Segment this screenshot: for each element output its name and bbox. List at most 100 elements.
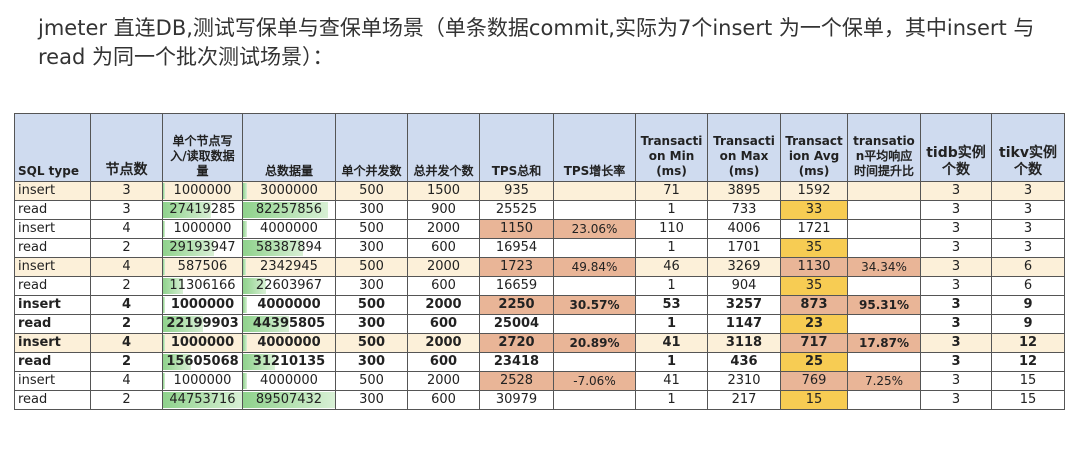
- cell-value: 44395805: [252, 316, 326, 331]
- cell-transaction-min: 46: [635, 257, 708, 277]
- cell-tps-growth: [553, 352, 636, 372]
- cell-tikv-instances: 15: [991, 371, 1065, 391]
- cell-tidb-instances: 3: [920, 371, 992, 391]
- cell-transaction-max: 3269: [707, 257, 781, 277]
- data-bar: [163, 373, 165, 389]
- cell-transaction-min: 41: [635, 333, 708, 353]
- cell-total-data: 4000000: [242, 295, 336, 315]
- cell-tps-total: 2720: [479, 333, 554, 353]
- cell-sql-type: insert: [14, 295, 91, 315]
- cell-tikv-instances: 12: [991, 333, 1065, 353]
- cell-total-data: 31210135: [242, 352, 336, 372]
- cell-nodes: 3: [90, 181, 163, 201]
- cell-transaction-min: 1: [635, 352, 708, 372]
- cell-total-data: 4000000: [242, 219, 336, 239]
- col-header-per-node: 单个节点写入/读取数据量: [162, 113, 243, 182]
- cell-tps-growth: [553, 390, 636, 410]
- cell-nodes: 4: [90, 371, 163, 391]
- cell-per-node: 1000000: [162, 219, 243, 239]
- cell-tps-growth: 23.06%: [553, 219, 636, 239]
- cell-total-concurrency: 600: [407, 352, 480, 372]
- cell-tikv-instances: 3: [991, 181, 1065, 201]
- cell-transaction-max: 436: [707, 352, 781, 372]
- cell-transaction-avg: 1721: [780, 219, 848, 239]
- cell-tps-growth: -7.06%: [553, 371, 636, 391]
- cell-value: 1000000: [173, 373, 232, 388]
- cell-tps-growth: 49.84%: [553, 257, 636, 277]
- cell-tps-total: 23418: [479, 352, 554, 372]
- cell-transaction-min: 1: [635, 200, 708, 220]
- table-body: insert 3 1000000 3000000 500 1500 935 71 3895 159…: [14, 181, 1065, 410]
- cell-tikv-instances: 9: [991, 295, 1065, 315]
- cell-sql-type: read: [14, 390, 91, 410]
- cell-total-concurrency: 2000: [407, 371, 480, 391]
- cell-concurrency: 500: [335, 219, 408, 239]
- col-header-total-concurrency: 总并发个数: [407, 113, 480, 182]
- data-bar: [243, 259, 246, 275]
- cell-tps-total: 25525: [479, 200, 554, 220]
- cell-transaction-max: 904: [707, 276, 781, 296]
- cell-per-node: 1000000: [162, 295, 243, 315]
- cell-transaction-avg: 33: [780, 200, 848, 220]
- cell-avg-improve: 17.87%: [847, 333, 921, 353]
- cell-total-data: 58387894: [242, 238, 336, 258]
- cell-value: 3000000: [260, 183, 318, 198]
- cell-tps-growth: [553, 276, 636, 296]
- cell-value: 1000000: [170, 335, 235, 350]
- col-header-sql-type: SQL type: [14, 113, 91, 182]
- table-row: insert 4 1000000 4000000 500 2000 2720 20.89% 41…: [14, 333, 1065, 353]
- data-bar: [243, 297, 247, 313]
- cell-value: 89507432: [255, 392, 323, 407]
- table-row: read 2 22199903 44395805 300 600 25004 1 1147 23 3…: [14, 314, 1065, 334]
- cell-tidb-instances: 3: [920, 219, 992, 239]
- cell-transaction-min: 1: [635, 276, 708, 296]
- cell-total-data: 4000000: [242, 333, 336, 353]
- col-header-avg-improve: transation平均响应时间提升比: [847, 113, 921, 182]
- cell-value: 15605068: [166, 354, 239, 369]
- cell-concurrency: 300: [335, 390, 408, 410]
- col-header-tps-total: TPS总和: [479, 113, 554, 182]
- cell-sql-type: read: [14, 314, 91, 334]
- cell-tikv-instances: 9: [991, 314, 1065, 334]
- cell-total-concurrency: 1500: [407, 181, 480, 201]
- cell-tps-growth: [553, 314, 636, 334]
- cell-transaction-min: 1: [635, 238, 708, 258]
- cell-transaction-avg: 25: [780, 352, 848, 372]
- cell-avg-improve: [847, 238, 921, 258]
- cell-sql-type: insert: [14, 257, 91, 277]
- table-row: read 2 11306166 22603967 300 600 16659 1 904 35 3 6: [14, 276, 1065, 296]
- col-header-concurrency: 单个并发数: [335, 113, 408, 182]
- col-header-transaction-avg: Transaction Avg (ms): [780, 113, 848, 182]
- cell-nodes: 4: [90, 295, 163, 315]
- col-header-transaction-max: Transaction Max (ms): [707, 113, 781, 182]
- cell-value: 4000000: [260, 373, 318, 388]
- cell-value: 44753716: [169, 392, 236, 407]
- cell-transaction-max: 733: [707, 200, 781, 220]
- data-bar: [243, 373, 247, 389]
- cell-nodes: 2: [90, 352, 163, 372]
- results-table-wrapper: SQL type 节点数 单个节点写入/读取数据量 总数据量 单个并发数 总并发…: [14, 113, 1065, 410]
- cell-tps-growth: 30.57%: [553, 295, 636, 315]
- cell-value: 4000000: [260, 221, 318, 236]
- cell-value: 82257856: [255, 202, 323, 217]
- cell-concurrency: 500: [335, 371, 408, 391]
- cell-transaction-min: 110: [635, 219, 708, 239]
- cell-value: 22603967: [255, 278, 323, 293]
- cell-sql-type: read: [14, 276, 91, 296]
- cell-sql-type: read: [14, 352, 91, 372]
- cell-per-node: 11306166: [162, 276, 243, 296]
- table-row: read 3 27419285 82257856 300 900 25525 1 733 33 3 3: [14, 200, 1065, 220]
- cell-tps-total: 1723: [479, 257, 554, 277]
- cell-avg-improve: [847, 314, 921, 334]
- data-bar: [243, 183, 247, 199]
- table-row: read 2 44753716 89507432 300 600 30979 1 217 15 3 1…: [14, 390, 1065, 410]
- cell-transaction-max: 3257: [707, 295, 781, 315]
- cell-transaction-max: 4006: [707, 219, 781, 239]
- cell-total-data: 22603967: [242, 276, 336, 296]
- cell-avg-improve: 7.25%: [847, 371, 921, 391]
- cell-tps-total: 25004: [479, 314, 554, 334]
- cell-tps-growth: [553, 200, 636, 220]
- cell-total-concurrency: 2000: [407, 257, 480, 277]
- cell-transaction-max: 3118: [707, 333, 781, 353]
- cell-tikv-instances: 3: [991, 238, 1065, 258]
